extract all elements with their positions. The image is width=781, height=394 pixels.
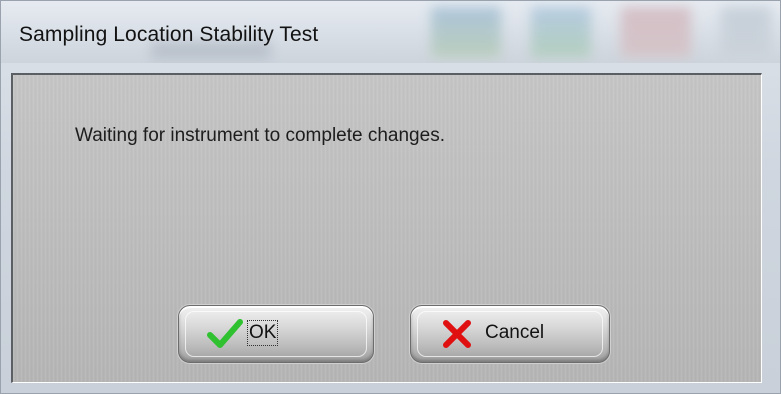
dialog-window: Sampling Location Stability Test Waiting… (0, 0, 781, 394)
background-blur (621, 7, 691, 57)
title-bar[interactable]: Sampling Location Stability Test (1, 1, 780, 63)
window-title: Sampling Location Stability Test (19, 23, 319, 46)
cancel-button-label: Cancel (485, 322, 545, 343)
background-blur (531, 7, 591, 57)
cancel-button[interactable]: Cancel (410, 305, 610, 363)
dialog-body: Waiting for instrument to complete chang… (11, 73, 762, 383)
status-message: Waiting for instrument to complete chang… (75, 125, 445, 146)
checkmark-icon (207, 318, 243, 355)
x-icon (441, 318, 473, 355)
background-blur (431, 7, 501, 57)
ok-button-label: OK (246, 320, 279, 346)
background-blur (721, 7, 771, 57)
ok-button[interactable]: OK (178, 305, 374, 363)
